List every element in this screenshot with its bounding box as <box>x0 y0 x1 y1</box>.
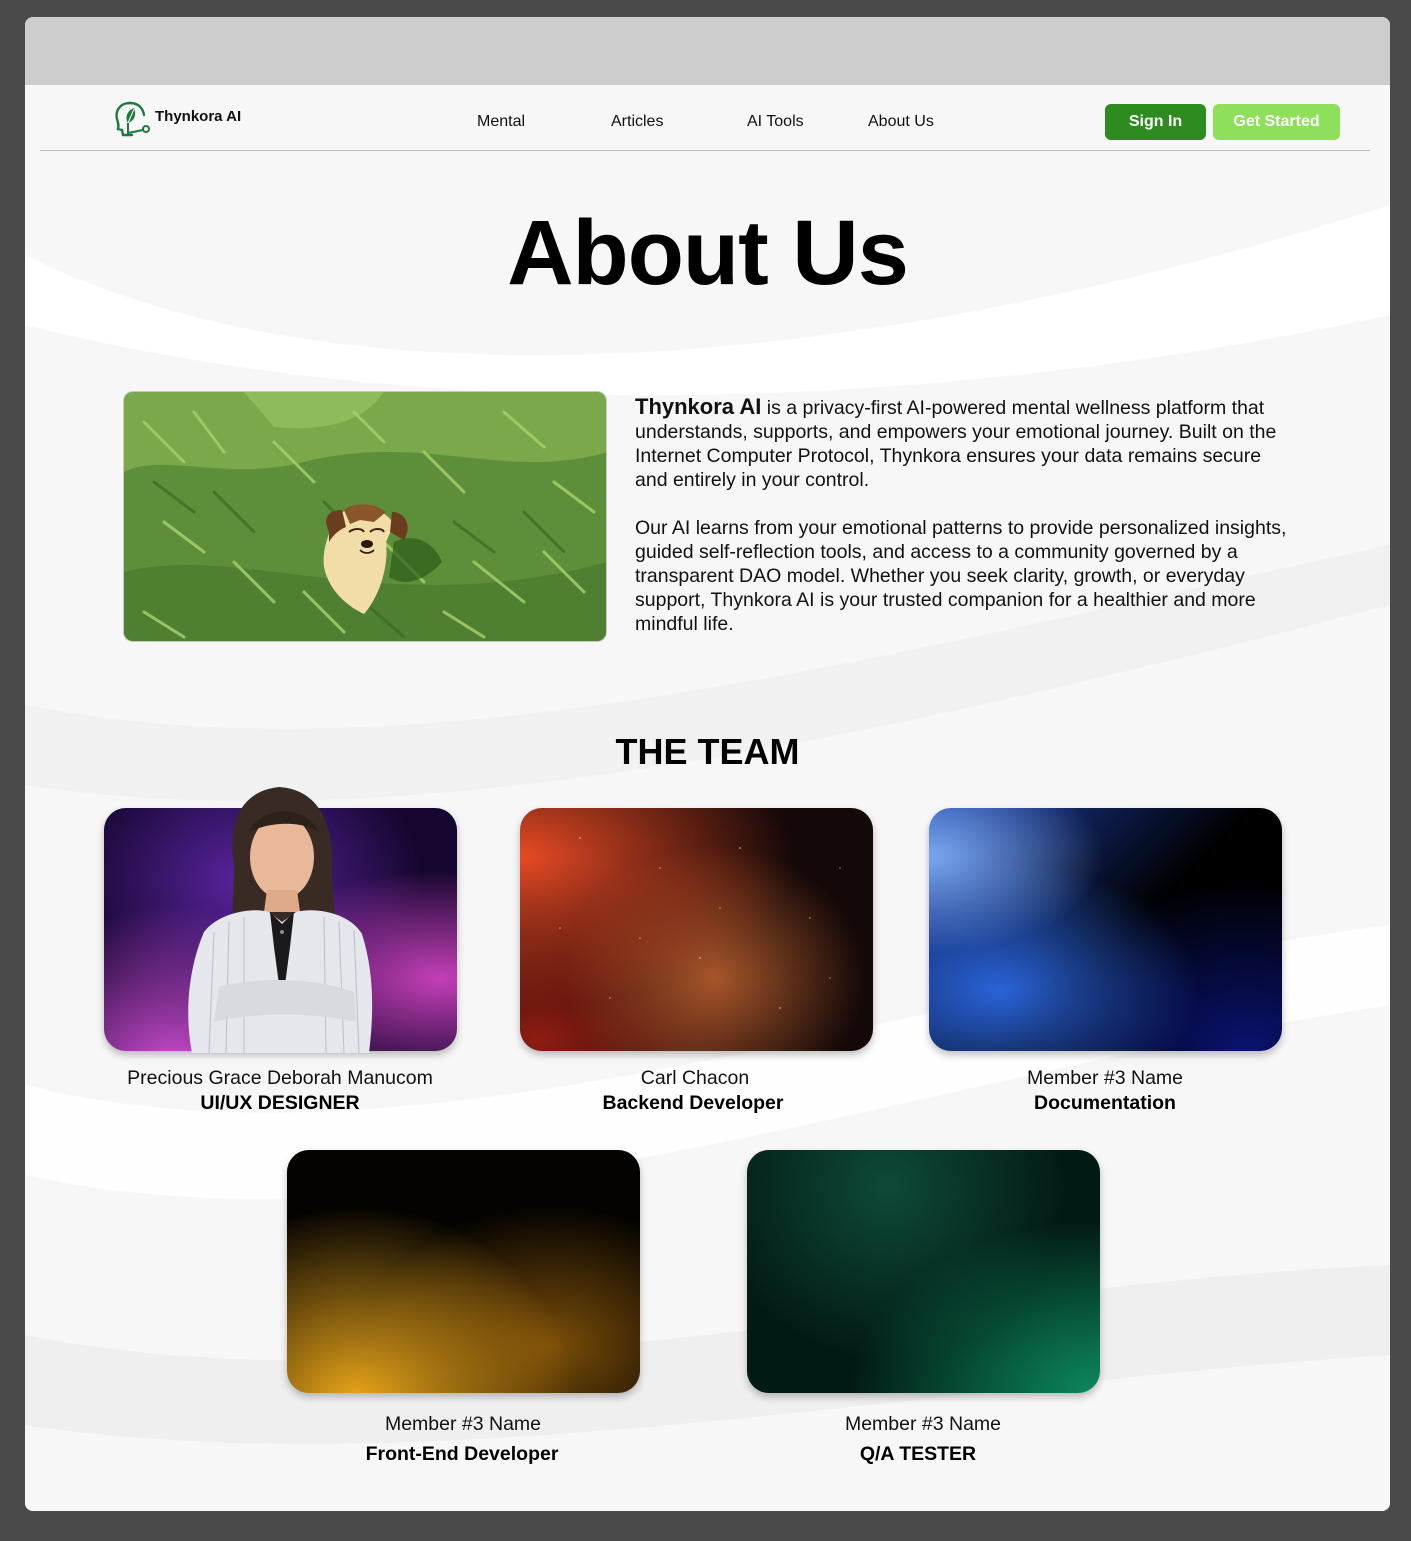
member-4-name: Member #3 Name <box>384 1413 542 1435</box>
member-1-name: Precious Grace Deborah Manucom <box>127 1067 433 1089</box>
sign-in-button[interactable]: Sign In <box>1105 104 1206 140</box>
logo[interactable]: Thynkora AI <box>112 99 241 139</box>
browser-window: Thynkora AI Mental Articles AI Tools Abo… <box>25 17 1390 1511</box>
page-title: About Us <box>507 202 909 304</box>
team-card-4 <box>287 1150 640 1393</box>
nav-articles[interactable]: Articles <box>611 113 663 131</box>
member-1-role: UI/UX DESIGNER <box>200 1092 360 1114</box>
intro-brand: Thynkora AI <box>635 394 762 419</box>
member-3-role: Documentation <box>1034 1092 1176 1114</box>
nav-mental[interactable]: Mental <box>477 113 525 131</box>
head-leaf-icon <box>115 101 150 137</box>
member-2-role: Backend Developer <box>602 1092 784 1114</box>
member-photo-portrait <box>188 787 373 1053</box>
member-4-role: Front-End Developer <box>365 1443 559 1465</box>
intro-paragraph-1: Thynkora AI is a privacy-first AI-powere… <box>635 395 1295 492</box>
get-started-button[interactable]: Get Started <box>1213 104 1340 140</box>
nav-about-us[interactable]: About Us <box>868 113 934 131</box>
team-card-1 <box>104 787 457 1053</box>
team-card-3 <box>929 808 1282 1051</box>
member-5-role: Q/A TESTER <box>859 1443 977 1465</box>
site-header: Thynkora AI Mental Articles AI Tools Abo… <box>40 85 1370 151</box>
team-title: THE TEAM <box>615 731 800 772</box>
member-3-name: Member #3 Name <box>1026 1067 1184 1089</box>
window-title-bar <box>25 17 1390 85</box>
intro-paragraph-2: Our AI learns from your emotional patter… <box>635 517 1287 635</box>
intro-text: Thynkora AI is a privacy-first AI-powere… <box>635 395 1295 660</box>
hero-image-dog-in-grass <box>123 391 607 642</box>
member-2-name: Carl Chacon <box>640 1067 750 1089</box>
team-card-5 <box>747 1150 1100 1393</box>
logo-text: Thynkora AI <box>155 107 242 125</box>
stars-overlay <box>559 837 841 1009</box>
nav-ai-tools[interactable]: AI Tools <box>747 113 804 131</box>
team-card-2 <box>520 808 873 1051</box>
member-5-name: Member #3 Name <box>844 1413 1002 1435</box>
